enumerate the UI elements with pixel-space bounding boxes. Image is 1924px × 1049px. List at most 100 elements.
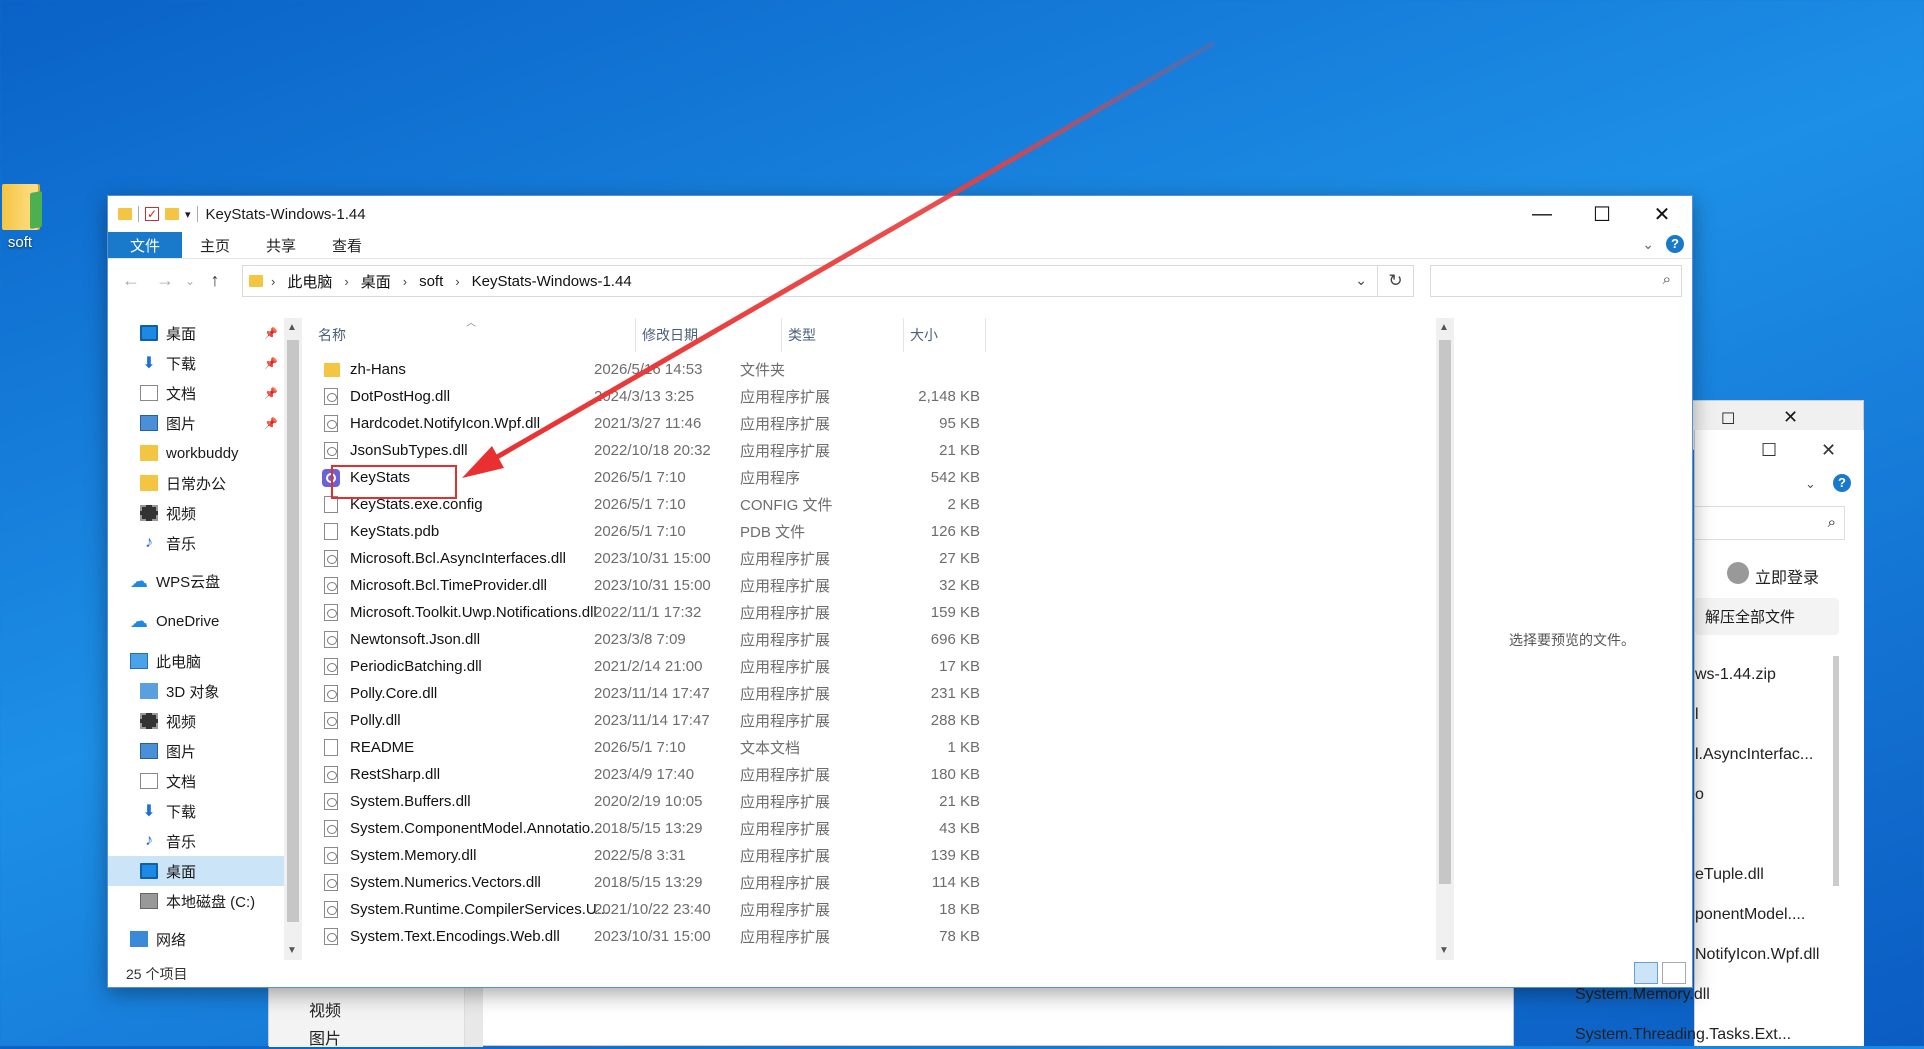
nav-scrollbar[interactable]: ▲ ▼ xyxy=(284,318,302,960)
file-row[interactable]: Microsoft.Bcl.AsyncInterfaces.dll 2023/10… xyxy=(312,545,1432,572)
nav-item-videos[interactable]: 视频 xyxy=(108,706,284,736)
breadcrumb-current[interactable]: KeyStats-Windows-1.44 xyxy=(472,273,632,290)
file-row[interactable]: RestSharp.dll 2023/4/9 17:40 应用程序扩展 180 KB xyxy=(312,761,1432,788)
scrollbar[interactable] xyxy=(465,981,483,1047)
background-explorer-window[interactable]: 视频 图片 xyxy=(268,980,1514,1049)
file-row[interactable]: KeyStats 2026/5/1 7:10 应用程序 542 KB xyxy=(312,464,1432,491)
background-window-panel[interactable]: ☐ ✕ ⌄ ? ⌕ 立即登录 解压全部文件 ws-1.44.zip l l.As… xyxy=(1575,430,1864,1046)
chevron-right-icon[interactable]: › xyxy=(403,274,407,289)
list-item[interactable]: System.Memory.dll xyxy=(1575,986,1710,1004)
chevron-right-icon[interactable]: › xyxy=(344,274,348,289)
recent-dropdown-icon[interactable]: ⌄ xyxy=(182,274,198,288)
list-item[interactable]: l xyxy=(1695,706,1699,724)
file-row[interactable]: System.Text.Encodings.Web.dll 2023/10/31 … xyxy=(312,923,1432,950)
nav-item-downloads[interactable]: ⬇ 下载 📌 xyxy=(108,348,284,378)
details-view-button[interactable] xyxy=(1634,962,1658,984)
file-row[interactable]: System.ComponentModel.Annotatio... 2018/5… xyxy=(312,815,1432,842)
file-row[interactable]: DotPostHog.dll 2024/3/13 3:25 应用程序扩展 2,148 … xyxy=(312,383,1432,410)
file-row[interactable]: Microsoft.Toolkit.Uwp.Notifications.dll 2… xyxy=(312,599,1432,626)
help-icon[interactable]: ? xyxy=(1666,235,1684,253)
scrollbar-thumb[interactable] xyxy=(287,340,299,922)
file-row[interactable]: JsonSubTypes.dll 2022/10/18 20:32 应用程序扩展 21… xyxy=(312,437,1432,464)
file-row[interactable]: Newtonsoft.Json.dll 2023/3/8 7:09 应用程序扩展 69… xyxy=(312,626,1432,653)
nav-item-desktop-selected[interactable]: 桌面 xyxy=(108,856,284,886)
breadcrumb-this-pc[interactable]: 此电脑 xyxy=(287,271,332,292)
maximize-icon[interactable]: ☐ xyxy=(1761,440,1777,461)
new-folder-icon[interactable] xyxy=(165,208,179,220)
nav-item-documents[interactable]: 文档 xyxy=(108,766,284,796)
chevron-right-icon[interactable]: › xyxy=(455,274,459,289)
address-dropdown-icon[interactable]: ⌄ xyxy=(1355,272,1367,289)
file-row[interactable]: Polly.dll 2023/11/14 17:47 应用程序扩展 288 KB xyxy=(312,707,1432,734)
scrollbar-thumb[interactable] xyxy=(1439,340,1451,884)
nav-item-workbuddy[interactable]: workbuddy xyxy=(108,438,284,468)
scrollbar[interactable] xyxy=(1833,656,1839,886)
nav-item-network[interactable]: 网络 xyxy=(108,924,284,954)
column-type[interactable]: 类型 xyxy=(782,318,904,352)
column-size[interactable]: 大小 xyxy=(904,318,986,352)
nav-item-daily-office[interactable]: 日常办公 xyxy=(108,468,284,498)
forward-button[interactable]: → xyxy=(148,270,182,291)
file-row[interactable]: Microsoft.Bcl.TimeProvider.dll 2023/10/31… xyxy=(312,572,1432,599)
tab-view[interactable]: 查看 xyxy=(314,232,380,258)
column-date[interactable]: 修改日期 xyxy=(636,318,782,352)
large-icons-view-button[interactable] xyxy=(1662,962,1686,984)
tab-file[interactable]: 文件 xyxy=(108,232,183,258)
file-row[interactable]: System.Buffers.dll 2020/2/19 10:05 应用程序扩展 2… xyxy=(312,788,1432,815)
maximize-icon[interactable]: ☐ xyxy=(1721,409,1735,429)
file-row[interactable]: Hardcodet.NotifyIcon.Wpf.dll 2021/3/27 11… xyxy=(312,410,1432,437)
nav-item-pictures[interactable]: 图片 xyxy=(108,736,284,766)
nav-item-3d-objects[interactable]: 3D 对象 xyxy=(108,676,284,706)
nav-item-pictures[interactable]: 图片 📌 xyxy=(108,408,284,438)
search-input[interactable]: ⌕ xyxy=(1695,506,1845,540)
chevron-right-icon[interactable]: › xyxy=(271,274,275,289)
nav-item-onedrive[interactable]: ☁ OneDrive xyxy=(108,606,284,636)
up-button[interactable]: ↑ xyxy=(198,270,232,291)
close-icon[interactable]: ✕ xyxy=(1783,407,1798,428)
title-bar[interactable]: ✓ ▾ KeyStats-Windows-1.44 — ☐ ✕ xyxy=(108,196,1692,232)
list-item[interactable]: l.AsyncInterfac... xyxy=(1695,746,1813,764)
maximize-button[interactable]: ☐ xyxy=(1572,196,1632,232)
list-item[interactable]: ws-1.44.zip xyxy=(1695,666,1776,684)
minimize-button[interactable]: — xyxy=(1512,196,1572,232)
nav-item-videos[interactable]: 视频 xyxy=(108,498,284,528)
tab-share[interactable]: 共享 xyxy=(248,232,314,258)
nav-item-downloads[interactable]: ⬇ 下载 xyxy=(108,796,284,826)
nav-item-documents[interactable]: 文档 📌 xyxy=(108,378,284,408)
nav-item-video[interactable]: 视频 xyxy=(309,997,341,1021)
back-button[interactable]: ← xyxy=(114,270,148,291)
nav-item-local-disk[interactable]: 本地磁盘 (C:) xyxy=(108,886,284,916)
chevron-down-icon[interactable]: ⌄ xyxy=(1805,476,1816,492)
close-button[interactable]: ✕ xyxy=(1632,196,1692,232)
help-icon[interactable]: ? xyxy=(1833,474,1851,492)
expand-ribbon-icon[interactable]: ⌄ xyxy=(1642,236,1654,253)
file-row[interactable]: System.Runtime.CompilerServices.U... 2021… xyxy=(312,896,1432,923)
refresh-button[interactable]: ↻ xyxy=(1378,265,1414,297)
file-row[interactable]: README 2026/5/1 7:10 文本文档 1 KB xyxy=(312,734,1432,761)
file-row[interactable]: KeyStats.exe.config 2026/5/1 7:10 CONFIG 文… xyxy=(312,491,1432,518)
list-item[interactable]: ponentModel.... xyxy=(1695,906,1805,924)
scroll-down-icon[interactable]: ▼ xyxy=(1439,945,1449,956)
file-row[interactable]: System.Numerics.Vectors.dll 2018/5/15 13:… xyxy=(312,869,1432,896)
breadcrumb-desktop[interactable]: 桌面 xyxy=(361,271,391,292)
close-icon[interactable]: ✕ xyxy=(1821,440,1836,461)
file-row[interactable]: PeriodicBatching.dll 2021/2/14 21:00 应用程序扩… xyxy=(312,653,1432,680)
explorer-window[interactable]: ✓ ▾ KeyStats-Windows-1.44 — ☐ ✕ 文件 主页 共享… xyxy=(107,195,1693,988)
nav-item-wps-cloud[interactable]: ☁ WPS云盘 xyxy=(108,566,284,596)
nav-item-pictures[interactable]: 图片 xyxy=(309,1025,341,1049)
extract-all-button[interactable]: 解压全部文件 xyxy=(1695,598,1839,635)
file-row[interactable]: zh-Hans 2026/5/16 14:53 文件夹 xyxy=(312,356,1432,383)
scroll-down-icon[interactable]: ▼ xyxy=(287,945,297,956)
nav-item-desktop[interactable]: 桌面 📌 xyxy=(108,318,284,348)
file-row[interactable]: Polly.Core.dll 2023/11/14 17:47 应用程序扩展 231 … xyxy=(312,680,1432,707)
properties-icon[interactable]: ✓ xyxy=(145,207,159,221)
nav-item-music[interactable]: ♪ 音乐 xyxy=(108,528,284,558)
scroll-up-icon[interactable]: ▲ xyxy=(287,322,297,333)
list-item[interactable]: NotifyIcon.Wpf.dll xyxy=(1695,946,1819,964)
address-bar[interactable]: › 此电脑 › 桌面 › soft › KeyStats-Windows-1.4… xyxy=(242,265,1378,297)
file-row[interactable]: System.Memory.dll 2022/5/8 3:31 应用程序扩展 139 … xyxy=(312,842,1432,869)
login-link[interactable]: 立即登录 xyxy=(1755,564,1819,588)
list-item[interactable]: o xyxy=(1695,786,1704,804)
customize-dropdown-icon[interactable]: ▾ xyxy=(185,208,191,221)
scroll-up-icon[interactable]: ▲ xyxy=(1439,322,1449,333)
